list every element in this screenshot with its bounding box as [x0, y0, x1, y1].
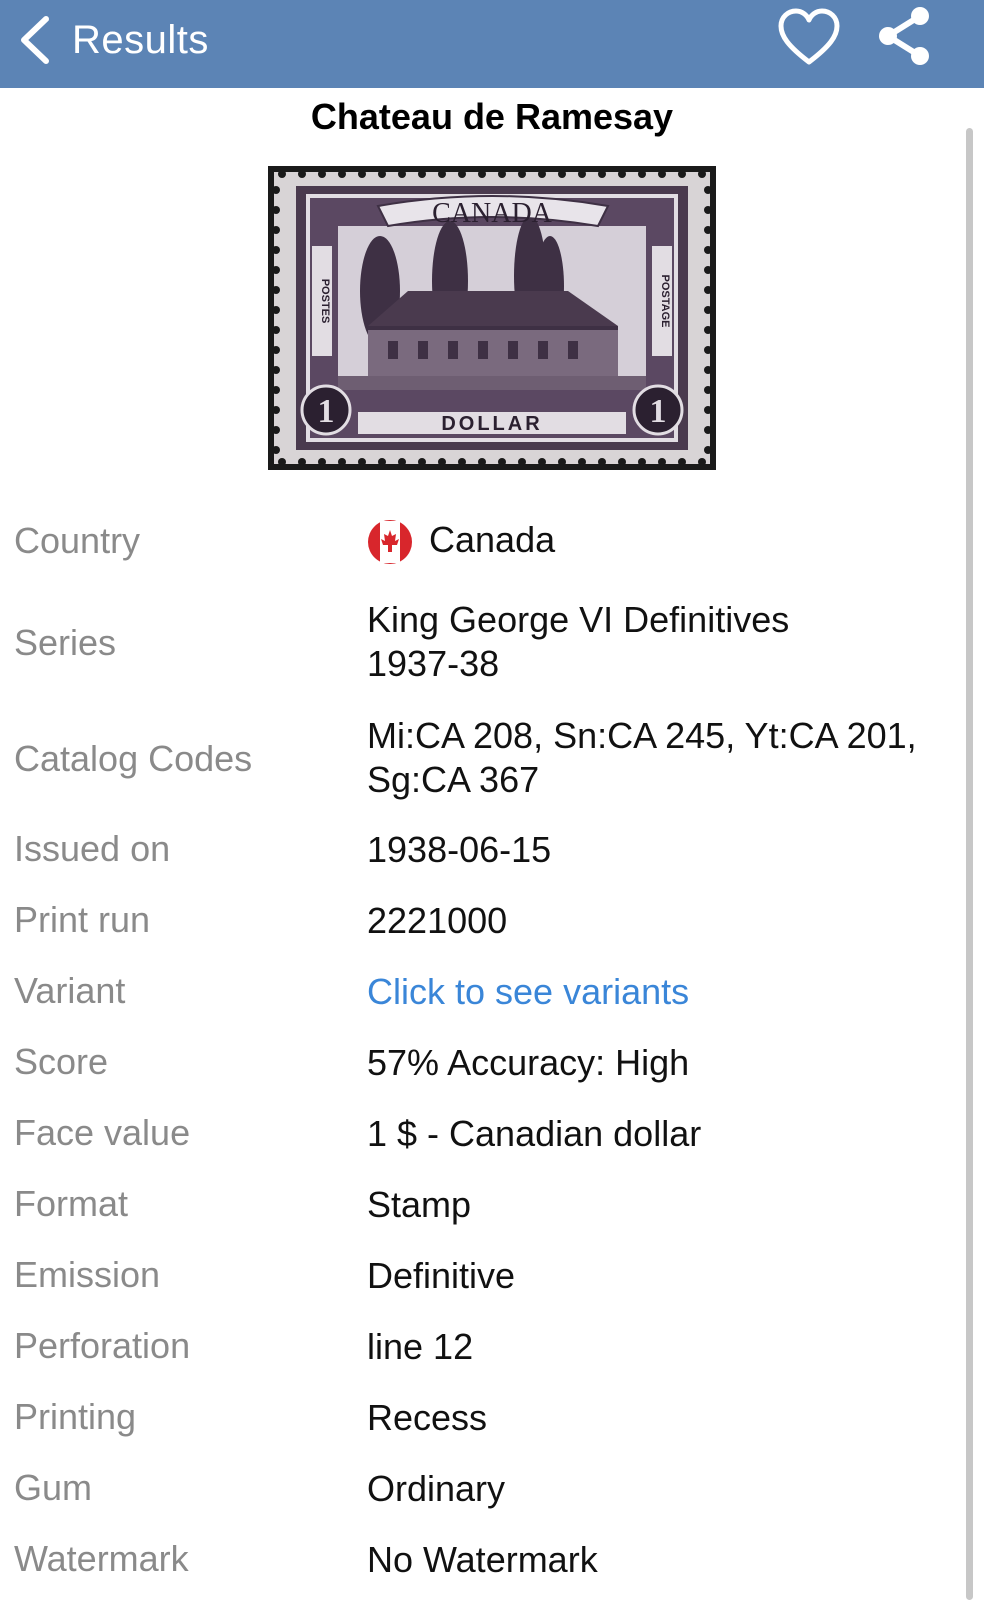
- value-face-value: 1 $ - Canadian dollar: [367, 1113, 702, 1154]
- value-catalog-codes: Mi:CA 208, Sn:CA 245, Yt:CA 201, Sg:CA 3…: [367, 714, 957, 802]
- value-printing: Recess: [367, 1397, 488, 1438]
- back-label: Results: [72, 17, 209, 62]
- label-issued-on: Issued on: [14, 828, 171, 869]
- label-printing: Printing: [14, 1396, 137, 1437]
- value-print-run: 2221000: [367, 900, 508, 941]
- value-country: Canada: [367, 518, 957, 565]
- value-format: Stamp: [367, 1184, 472, 1225]
- value-perforation: line 12: [367, 1326, 474, 1367]
- stamp-image[interactable]: CANADA POSTES POSTAGE 1 1 DOLLAR: [268, 166, 716, 470]
- back-button[interactable]: Results: [18, 10, 209, 70]
- label-print-run: Print run: [14, 899, 151, 940]
- stamp-right-text: POSTAGE: [659, 275, 671, 328]
- label-series: Series: [14, 622, 117, 663]
- variants-link[interactable]: Click to see variants: [367, 970, 957, 1014]
- chevron-left-icon: [21, 16, 49, 64]
- value-catalog-codes-line1: Mi:CA 208, Sn:CA 245, Yt:CA 201,: [367, 715, 917, 756]
- value-watermark: No Watermark: [367, 1539, 598, 1580]
- label-perforation: Perforation: [14, 1325, 191, 1366]
- navigation-bar: Results: [0, 0, 984, 88]
- value-catalog-codes-line2: Sg:CA 367: [367, 759, 540, 800]
- country-name: Canada: [429, 519, 556, 560]
- label-emission: Emission: [14, 1254, 161, 1295]
- page-title: Chateau de Ramesay: [310, 96, 674, 137]
- value-emission: Definitive: [367, 1255, 516, 1296]
- value-score: 57% Accuracy: High: [367, 1042, 690, 1083]
- label-face-value: Face value: [14, 1112, 191, 1153]
- stamp-denomination-right: 1: [650, 393, 667, 430]
- value-series-line1: King George VI Definitives: [367, 599, 790, 640]
- stamp-denomination-left: 1: [318, 393, 335, 430]
- stamp-left-text: POSTES: [319, 279, 331, 324]
- stamp-illustration: CANADA POSTES POSTAGE 1 1 DOLLAR: [268, 166, 716, 470]
- value-gum: Ordinary: [367, 1468, 506, 1509]
- label-variant: Variant: [14, 970, 126, 1011]
- scrollbar[interactable]: [966, 128, 973, 1600]
- label-watermark: Watermark: [14, 1538, 189, 1579]
- stamp-bottom-text: DOLLAR: [441, 413, 542, 435]
- heart-icon[interactable]: [778, 8, 840, 68]
- canada-flag-icon: [368, 520, 412, 565]
- stamp-country-text: CANADA: [432, 198, 553, 229]
- value-series: King George VI Definitives 1937-38: [367, 598, 957, 686]
- label-country: Country: [14, 520, 141, 561]
- value-issued-on: 1938-06-15: [367, 829, 552, 870]
- share-icon[interactable]: [874, 6, 934, 66]
- label-score: Score: [14, 1041, 109, 1082]
- label-format: Format: [14, 1183, 129, 1224]
- value-series-line2: 1937-38: [367, 643, 500, 684]
- label-gum: Gum: [14, 1467, 93, 1508]
- label-catalog-codes: Catalog Codes: [14, 738, 253, 779]
